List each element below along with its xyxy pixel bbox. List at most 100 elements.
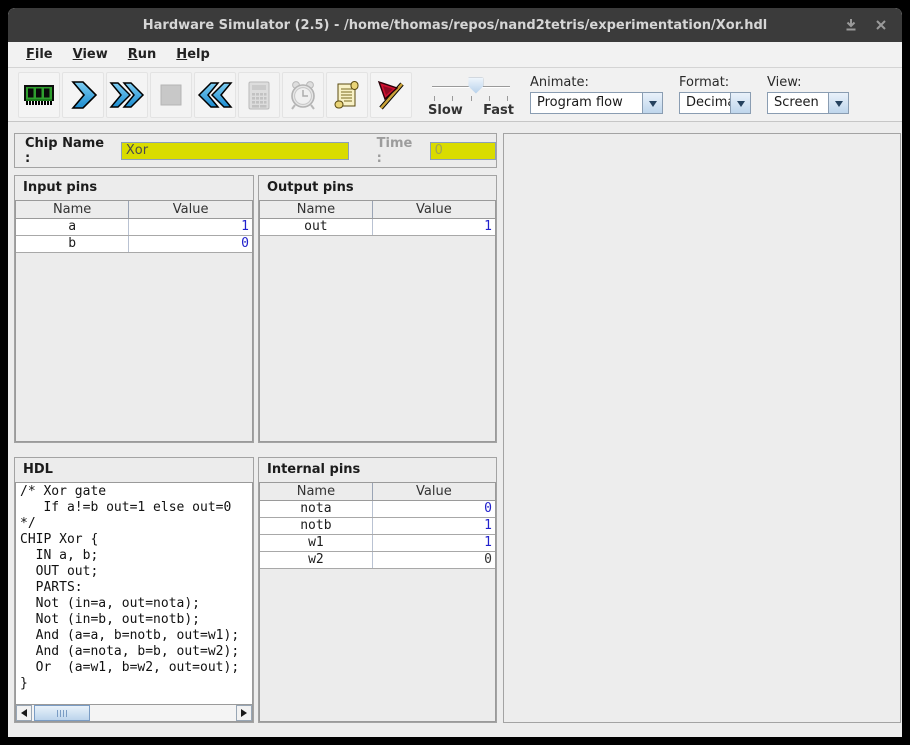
- column-header-value: Value: [373, 201, 495, 218]
- pin-name: out: [260, 219, 373, 235]
- chip-name-field[interactable]: Xor: [121, 142, 349, 160]
- code-line: And (a=a, b=notb, out=w1);: [20, 628, 248, 644]
- table-row: notb 1: [260, 518, 495, 535]
- hdl-horizontal-scrollbar[interactable]: [16, 704, 252, 721]
- pin-value: 1: [373, 518, 495, 534]
- hdl-title: HDL: [15, 458, 253, 482]
- close-button[interactable]: [870, 15, 892, 35]
- animate-value: Program flow: [531, 93, 642, 113]
- toolbar: Slow Fast Animate: Program flow Format: …: [8, 68, 902, 122]
- code-line: PARTS:: [20, 580, 248, 596]
- input-pins-title: Input pins: [15, 176, 253, 200]
- app-window: Hardware Simulator (2.5) - /home/thomas/…: [8, 8, 902, 737]
- rewind-icon: [197, 79, 233, 111]
- hdl-code[interactable]: /* Xor gate If a!=b out=1 else out=0 */ …: [16, 483, 252, 704]
- fast-forward-icon: [109, 79, 145, 111]
- pin-name: nota: [260, 501, 373, 517]
- speed-slider[interactable]: Slow Fast: [428, 72, 514, 118]
- script-scroll-icon: [330, 78, 364, 112]
- menu-run[interactable]: Run: [118, 44, 167, 65]
- reset-button[interactable]: [194, 72, 236, 118]
- breakpoints-button[interactable]: [370, 72, 412, 118]
- time-label: Time :: [377, 136, 422, 166]
- code-line: Or (a=w1, b=w2, out=out);: [20, 660, 248, 676]
- column-header-value: Value: [373, 483, 495, 500]
- code-line: CHIP Xor {: [20, 532, 248, 548]
- chip-icon: [21, 78, 57, 112]
- close-icon: [875, 19, 887, 31]
- scroll-right-button[interactable]: [236, 705, 252, 721]
- single-step-button[interactable]: [62, 72, 104, 118]
- chevron-down-icon[interactable]: [642, 93, 662, 113]
- slider-ticks: [434, 96, 508, 101]
- column-header-name: Name: [260, 201, 373, 218]
- menu-file[interactable]: File: [16, 44, 63, 65]
- code-line: Not (in=b, out=notb);: [20, 612, 248, 628]
- menu-help[interactable]: Help: [166, 44, 219, 65]
- pin-name: w2: [260, 552, 373, 568]
- view-hdl-button[interactable]: [326, 72, 368, 118]
- internal-pins-title: Internal pins: [259, 458, 496, 482]
- menu-bar: File View Run Help: [8, 42, 902, 68]
- table-row: w1 1: [260, 535, 495, 552]
- output-pins-title: Output pins: [259, 176, 496, 200]
- view-label: View:: [767, 75, 849, 90]
- pin-value: 1: [373, 535, 495, 551]
- run-button[interactable]: [106, 72, 148, 118]
- table-row: w2 0: [260, 552, 495, 569]
- chip-name-bar: Chip Name : Xor Time : 0: [14, 133, 497, 168]
- flag-icon: [374, 78, 408, 112]
- hdl-viewer: /* Xor gate If a!=b out=1 else out=0 */ …: [15, 482, 253, 722]
- minimize-icon: [844, 18, 858, 32]
- input-pins-table: Name Value a 1 b 0: [15, 200, 253, 442]
- time-field: 0: [430, 142, 496, 160]
- pin-value[interactable]: 0: [129, 236, 252, 252]
- load-chip-button[interactable]: [18, 72, 60, 118]
- view-select[interactable]: Screen: [767, 92, 849, 114]
- clock-button: [282, 72, 324, 118]
- slider-thumb[interactable]: [468, 78, 483, 94]
- chevron-down-icon[interactable]: [730, 93, 750, 113]
- calculator-icon: [242, 78, 276, 112]
- input-pins-panel: Input pins Name Value a 1 b 0: [14, 175, 254, 443]
- pin-name: b: [16, 236, 129, 252]
- screen-view-panel: [503, 133, 901, 723]
- pin-value[interactable]: 1: [129, 219, 252, 235]
- column-header-value: Value: [129, 201, 252, 218]
- format-value: Decimal: [680, 93, 730, 113]
- pin-value: 0: [373, 501, 495, 517]
- hdl-panel: HDL /* Xor gate If a!=b out=1 else out=0…: [14, 457, 254, 723]
- internal-pins-panel: Internal pins Name Value nota 0 notb: [258, 457, 497, 723]
- scrollbar-thumb[interactable]: [34, 705, 90, 721]
- code-line: }: [20, 676, 248, 692]
- menu-view[interactable]: View: [63, 44, 118, 65]
- step-forward-icon: [66, 79, 100, 111]
- output-pins-table: Name Value out 1: [259, 200, 496, 442]
- pin-name: w1: [260, 535, 373, 551]
- format-select[interactable]: Decimal: [679, 92, 751, 114]
- stop-icon: [159, 83, 183, 107]
- scrollbar-track[interactable]: [90, 705, 236, 721]
- code-line: If a!=b out=1 else out=0: [20, 500, 248, 516]
- animate-label: Animate:: [530, 75, 663, 90]
- format-label: Format:: [679, 75, 751, 90]
- view-value: Screen: [768, 93, 828, 113]
- code-line: Not (in=a, out=nota);: [20, 596, 248, 612]
- internal-pins-table: Name Value nota 0 notb 1: [259, 482, 496, 722]
- scroll-left-button[interactable]: [16, 705, 32, 721]
- alarm-clock-icon: [286, 78, 320, 112]
- window-title: Hardware Simulator (2.5) - /home/thomas/…: [143, 18, 768, 33]
- table-row: a 1: [16, 219, 252, 236]
- slider-label-slow: Slow: [428, 103, 463, 118]
- animate-select[interactable]: Program flow: [530, 92, 663, 114]
- minimize-button[interactable]: [840, 15, 862, 35]
- title-bar: Hardware Simulator (2.5) - /home/thomas/…: [8, 8, 902, 42]
- pin-value: 0: [373, 552, 495, 568]
- code-line: IN a, b;: [20, 548, 248, 564]
- pin-name: notb: [260, 518, 373, 534]
- chevron-down-icon[interactable]: [828, 93, 848, 113]
- table-row: out 1: [260, 219, 495, 236]
- pin-name: a: [16, 219, 129, 235]
- main-content: Chip Name : Xor Time : 0 Input pins Name…: [8, 122, 902, 737]
- table-row: nota 0: [260, 501, 495, 518]
